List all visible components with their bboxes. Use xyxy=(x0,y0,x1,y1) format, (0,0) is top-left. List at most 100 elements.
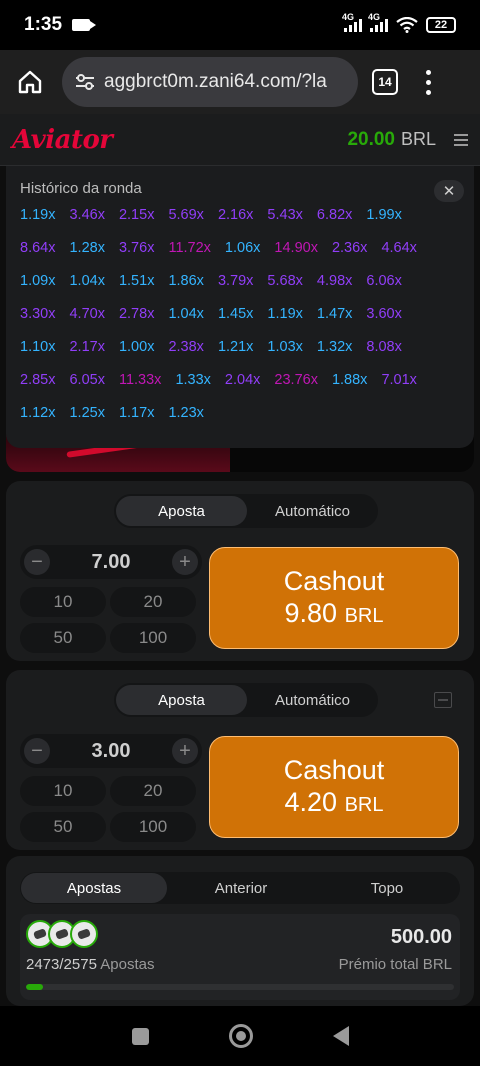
multiplier-value: 1.10x xyxy=(20,339,56,355)
video-camera-icon xyxy=(72,19,97,31)
cashout-value: 9.80 BRL xyxy=(285,597,384,632)
multiplier-value: 3.76x xyxy=(118,240,155,256)
bet-panel-1: Aposta Automático − 7.00 + 10 20 50 100 … xyxy=(6,481,474,661)
multiplier-value: 3.60x xyxy=(366,306,402,322)
multiplier-value: 1.21x xyxy=(217,339,254,355)
cashout-button[interactable]: Cashout 9.80 BRL xyxy=(209,547,459,649)
multiplier-value: 23.76x xyxy=(274,372,318,388)
multiplier-value: 1.03x xyxy=(267,339,303,355)
multiplier-value: 14.90x xyxy=(274,240,318,256)
bet-amount-value[interactable]: 7.00 xyxy=(92,551,131,574)
multiplier-value: 2.36x xyxy=(331,240,368,256)
increase-button[interactable]: + xyxy=(172,549,198,575)
cashout-label: Cashout xyxy=(283,754,385,785)
round-history-title: Histórico da ronda xyxy=(20,180,142,197)
home-icon[interactable] xyxy=(12,64,48,100)
multiplier-value: 2.85x xyxy=(20,372,56,388)
tab-auto[interactable]: Automático xyxy=(247,685,378,715)
close-icon[interactable]: ✕ xyxy=(434,180,464,202)
hamburger-menu-icon[interactable] xyxy=(454,133,468,146)
multiplier-value: 3.30x xyxy=(20,306,56,322)
multiplier-value: 1.19x xyxy=(267,306,303,322)
network-type-label: 4G xyxy=(342,12,355,22)
multiplier-value: 1.00x xyxy=(118,339,155,355)
signal-icon-2: 4G xyxy=(368,12,388,32)
total-prize-label: Prémio total BRL xyxy=(338,956,452,973)
quick-amount-button[interactable]: 100 xyxy=(110,812,196,842)
multiplier-value: 1.99x xyxy=(366,207,402,223)
multiplier-value: 1.23x xyxy=(168,405,204,421)
bet-panel-2: Aposta Automático − 3.00 + 10 20 50 100 … xyxy=(6,670,474,850)
balance: 20.00 BRL xyxy=(347,129,436,151)
multiplier-value: 7.01x xyxy=(381,372,417,388)
decrease-button[interactable]: − xyxy=(24,549,50,575)
multiplier-value: 3.46x xyxy=(69,207,105,223)
signal-icon: 4G xyxy=(342,12,362,32)
cashout-button[interactable]: Cashout 4.20 BRL xyxy=(209,736,459,838)
multiplier-value: 8.08x xyxy=(366,339,402,355)
quick-amount-button[interactable]: 50 xyxy=(20,812,106,842)
multiplier-list: 1.19x 3.46x 2.15x 5.69x 2.16x 5.43x 6.82x 1.99x… xyxy=(20,207,460,425)
status-time: 1:35 xyxy=(24,14,63,35)
quick-amount-button[interactable]: 100 xyxy=(110,623,196,653)
home-nav-icon[interactable] xyxy=(228,1024,253,1048)
quick-amount-button[interactable]: 10 xyxy=(20,587,106,617)
network-type-label-2: 4G xyxy=(368,12,381,22)
quick-amount-button[interactable]: 50 xyxy=(20,623,106,653)
bet-mode-switch: Aposta Automático xyxy=(114,494,378,528)
round-history-panel: Histórico da ronda ✕ 1.19x 3.46x 2.15x 5.69… xyxy=(6,166,474,448)
multiplier-value: 11.72x xyxy=(168,240,211,256)
multiplier-value: 5.68x xyxy=(267,273,303,289)
player-avatars xyxy=(26,920,98,948)
multiplier-value: 2.16x xyxy=(217,207,254,223)
avatar xyxy=(70,920,98,948)
browser-toolbar: aggbrct0m.zani64.com/?la 14 xyxy=(0,50,480,114)
tab-bet[interactable]: Aposta xyxy=(116,685,247,715)
bet-amount-value[interactable]: 3.00 xyxy=(92,740,131,763)
multiplier-value: 2.04x xyxy=(224,372,261,388)
tab-auto[interactable]: Automático xyxy=(247,496,378,526)
back-icon[interactable] xyxy=(332,1026,349,1046)
tab-top[interactable]: Topo xyxy=(314,872,460,904)
tab-all-bets[interactable]: Apostas xyxy=(21,873,167,903)
cashout-amount: 9.80 xyxy=(284,597,338,628)
multiplier-value: 4.70x xyxy=(69,306,105,322)
home-glyph xyxy=(18,70,42,94)
multiplier-value: 1.28x xyxy=(69,240,105,256)
cashout-value: 4.20 BRL xyxy=(285,786,384,821)
cashout-currency: BRL xyxy=(344,793,384,816)
url-text[interactable]: aggbrct0m.zani64.com/?la xyxy=(104,71,327,93)
bets-count-value: 2473/2575 xyxy=(26,956,97,973)
bet-mode-switch: Aposta Automático xyxy=(114,683,378,717)
app-header: Aviator 20.00 BRL xyxy=(0,114,480,166)
bets-panel: Apostas Anterior Topo 2473/2575 Apostas … xyxy=(6,856,474,1006)
bets-count-label: Apostas xyxy=(100,956,155,973)
recents-icon[interactable] xyxy=(131,1027,149,1045)
multiplier-value: 1.86x xyxy=(168,273,204,289)
tab-previous[interactable]: Anterior xyxy=(168,872,314,904)
tab-switcher-button[interactable]: 14 xyxy=(372,69,398,95)
multiplier-value: 4.98x xyxy=(316,273,353,289)
address-bar[interactable]: aggbrct0m.zani64.com/?la xyxy=(62,57,358,107)
site-settings-icon[interactable] xyxy=(74,72,96,92)
status-bar: 1:35 4G 4G 22 xyxy=(0,0,480,50)
multiplier-value: 1.19x xyxy=(20,207,56,223)
cashout-label: Cashout xyxy=(283,565,385,596)
quick-amount-button[interactable]: 10 xyxy=(20,776,106,806)
increase-button[interactable]: + xyxy=(172,738,198,764)
quick-amount-button[interactable]: 20 xyxy=(110,587,196,617)
multiplier-value: 2.38x xyxy=(168,339,204,355)
bet-amount-stepper: − 3.00 + xyxy=(20,734,202,768)
tab-bet[interactable]: Aposta xyxy=(116,496,247,526)
multiplier-value: 8.64x xyxy=(20,240,56,256)
decrease-button[interactable]: − xyxy=(24,738,50,764)
multiplier-value: 6.06x xyxy=(366,273,402,289)
aviator-logo: Aviator xyxy=(12,124,113,155)
bets-tabs: Apostas Anterior Topo xyxy=(20,872,460,904)
quick-amount-button[interactable]: 20 xyxy=(110,776,196,806)
bets-progress-bar xyxy=(26,984,454,990)
more-menu-icon[interactable] xyxy=(424,69,432,95)
remove-panel-icon[interactable] xyxy=(434,692,452,708)
multiplier-value: 5.69x xyxy=(168,207,204,223)
bets-summary: 2473/2575 Apostas 500.00 Prémio total BR… xyxy=(20,914,460,1000)
